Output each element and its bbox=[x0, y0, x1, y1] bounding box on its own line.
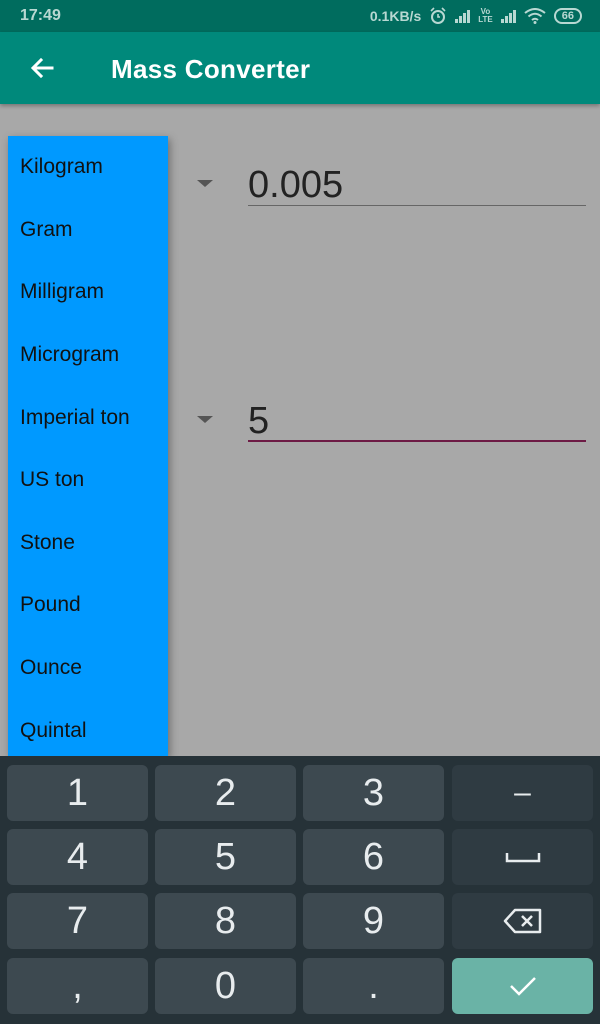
numeric-keyboard: 1 2 3 – 4 5 6 7 8 9 , 0 . bbox=[0, 756, 600, 1024]
key-8[interactable]: 8 bbox=[155, 893, 296, 949]
field-underline-focused bbox=[248, 440, 586, 442]
arrow-back-icon[interactable] bbox=[24, 50, 60, 86]
key-0[interactable]: 0 bbox=[155, 958, 296, 1014]
key-5[interactable]: 5 bbox=[155, 829, 296, 885]
network-speed: 0.1KB/s bbox=[369, 8, 422, 24]
menu-item-pound[interactable]: Pound bbox=[8, 574, 168, 637]
menu-item-stone[interactable]: Stone bbox=[8, 512, 168, 575]
top-value-field[interactable]: 0.005 bbox=[248, 158, 586, 206]
key-1[interactable]: 1 bbox=[7, 765, 148, 821]
key-minus[interactable]: – bbox=[452, 765, 593, 821]
menu-item-kilogram[interactable]: Kilogram bbox=[8, 136, 168, 199]
signal-icon bbox=[455, 9, 471, 23]
menu-item-microgram[interactable]: Microgram bbox=[8, 324, 168, 387]
key-4[interactable]: 4 bbox=[7, 829, 148, 885]
menu-item-us-ton[interactable]: US ton bbox=[8, 449, 168, 512]
battery-icon: 66 bbox=[553, 8, 582, 24]
key-space[interactable] bbox=[452, 829, 593, 885]
key-done[interactable] bbox=[452, 958, 593, 1014]
key-comma[interactable]: , bbox=[7, 958, 148, 1014]
backspace-icon bbox=[503, 908, 541, 934]
menu-item-milligram[interactable]: Milligram bbox=[8, 261, 168, 324]
unit-dropdown-menu: Kilogram Gram Milligram Microgram Imperi… bbox=[8, 136, 168, 756]
alarm-icon bbox=[430, 7, 446, 24]
app-bar: Mass Converter bbox=[0, 32, 600, 104]
dropdown-arrow-icon-2[interactable] bbox=[197, 416, 213, 423]
top-value: 0.005 bbox=[248, 164, 344, 206]
menu-item-ounce[interactable]: Ounce bbox=[8, 637, 168, 700]
bottom-value-field[interactable]: 5 bbox=[248, 394, 586, 442]
bottom-value: 5 bbox=[248, 400, 270, 442]
signal-icon-2 bbox=[500, 9, 516, 23]
volte-icon: Vo LTE bbox=[478, 7, 493, 24]
key-6[interactable]: 6 bbox=[303, 829, 444, 885]
checkmark-icon bbox=[509, 977, 536, 996]
status-icons: 0.1KB/s Vo LTE 66 bbox=[370, 6, 582, 26]
dropdown-arrow-icon[interactable] bbox=[197, 180, 213, 187]
menu-item-gram[interactable]: Gram bbox=[8, 199, 168, 262]
menu-item-quintal[interactable]: Quintal bbox=[8, 699, 168, 762]
status-time: 17:49 bbox=[20, 7, 61, 24]
wifi-icon bbox=[524, 8, 546, 24]
page-title: Mass Converter bbox=[111, 54, 311, 84]
key-3[interactable]: 3 bbox=[303, 765, 444, 821]
status-bar: 17:49 0.1KB/s Vo LTE 66 bbox=[0, 0, 600, 32]
key-9[interactable]: 9 bbox=[303, 893, 444, 949]
field-underline bbox=[248, 205, 586, 206]
key-2[interactable]: 2 bbox=[155, 765, 296, 821]
space-bar-icon bbox=[505, 853, 540, 863]
key-period[interactable]: . bbox=[303, 958, 444, 1014]
key-7[interactable]: 7 bbox=[7, 893, 148, 949]
menu-item-imperial-ton[interactable]: Imperial ton bbox=[8, 386, 168, 449]
key-backspace[interactable] bbox=[452, 893, 593, 949]
